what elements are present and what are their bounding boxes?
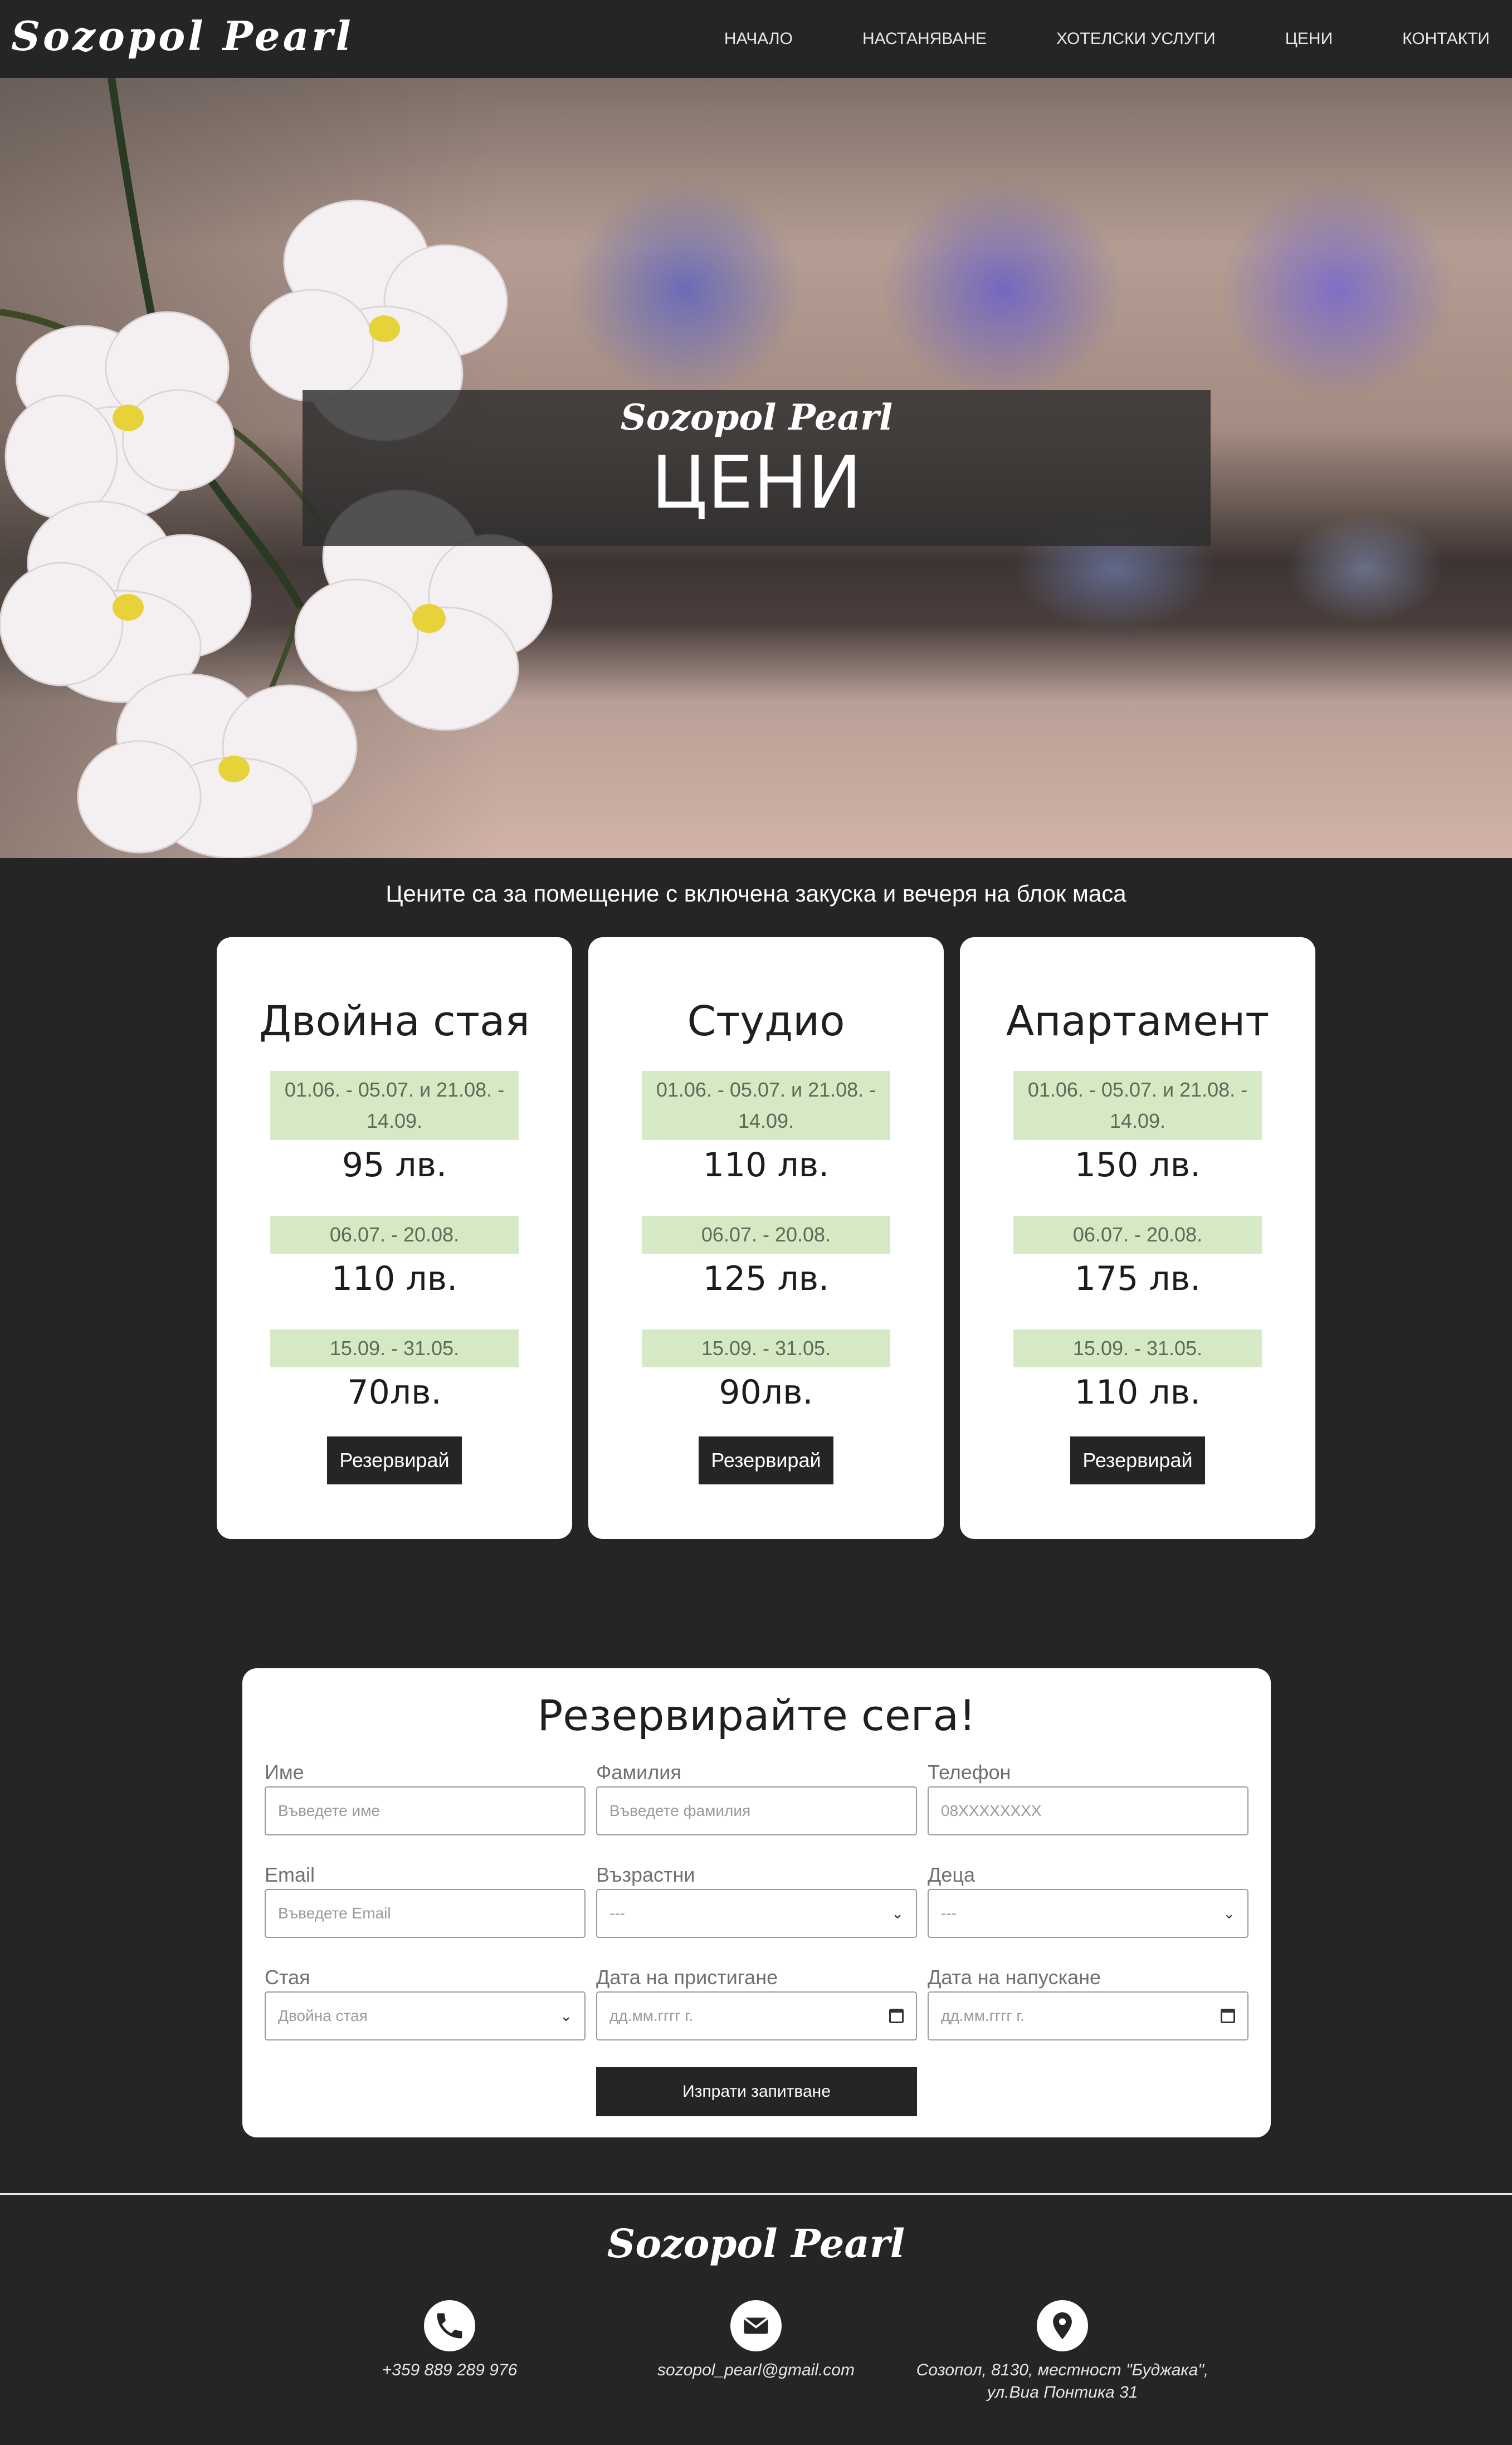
reservation-form: Резервирайте сега! Име Въведете име Фами… [242, 1668, 1271, 2137]
prices-note: Цените са за помещение с включена закуск… [386, 880, 1126, 907]
arrival-date-input[interactable]: дд.мм.гггг г. [596, 1991, 917, 2040]
arrival-date-label: Дата на пристигане [596, 1966, 778, 1989]
chevron-down-icon: ⌄ [560, 2007, 572, 2024]
calendar-icon[interactable] [889, 2009, 904, 2023]
location-pin-icon [1037, 2300, 1088, 2351]
price-card-double-room: Двойна стая 01.06. - 05.07. и 21.08. - 1… [217, 937, 572, 1539]
first-name-label: Име [265, 1761, 304, 1784]
children-field: Деца --- ⌄ [928, 1862, 1248, 1938]
phone-number[interactable]: +359 889 289 976 [282, 2359, 617, 2381]
footer-address: Созопол, 8130, местност "Буджака", ул.Ви… [895, 2300, 1230, 2404]
address-line-2: ул.Виа Понтика 31 [987, 2383, 1138, 2402]
rate-period: 01.06. - 05.07. и 21.08. - 14.09. [642, 1071, 890, 1140]
hero-brand: Sozopol Pearl [620, 397, 893, 439]
nav-item-contacts[interactable]: КОНТАКТИ [1402, 30, 1490, 48]
price-card-apartment: Апартамент 01.06. - 05.07. и 21.08. - 14… [960, 937, 1315, 1539]
adults-label: Възрастни [596, 1863, 695, 1886]
last-name-label: Фамилия [596, 1761, 681, 1784]
children-label: Деца [928, 1863, 976, 1886]
room-field: Стая Двойна стая ⌄ [265, 1965, 586, 2040]
footer-divider [0, 2193, 1512, 2195]
rate-price: 110 лв. [331, 1259, 458, 1298]
rate-period: 15.09. - 31.05. [642, 1329, 890, 1367]
chevron-down-icon: ⌄ [891, 1905, 904, 1922]
card-title: Апартамент [1006, 997, 1270, 1045]
last-name-input[interactable]: Въведете фамилия [596, 1786, 917, 1835]
children-select[interactable]: --- ⌄ [928, 1889, 1248, 1938]
email-field: Email Въведете Email [265, 1862, 586, 1938]
rate-period: 06.07. - 20.08. [270, 1216, 519, 1254]
reserve-button[interactable]: Резервирай [1070, 1436, 1205, 1484]
arrival-date-field: Дата на пристигане дд.мм.гггг г. [596, 1965, 917, 2040]
footer-brand: Sozopol Pearl [607, 2220, 905, 2267]
main-nav: НАЧАЛО НАСТАНЯВАНЕ ХОТЕЛСКИ УСЛУГИ ЦЕНИ … [655, 0, 1490, 78]
envelope-icon [730, 2300, 782, 2351]
rate-price: 175 лв. [1074, 1259, 1201, 1298]
rate-period: 06.07. - 20.08. [1013, 1216, 1262, 1254]
rate-price: 90лв. [719, 1373, 813, 1412]
hero-banner: Sozopol Pearl ЦЕНИ [303, 390, 1211, 546]
submit-inquiry-button[interactable]: Изпрати запитване [596, 2067, 917, 2116]
departure-date-input[interactable]: дд.мм.гггг г. [928, 1991, 1248, 2040]
address-line-1: Созопол, 8130, местност "Буджака", [916, 2361, 1209, 2379]
calendar-icon[interactable] [1221, 2009, 1235, 2023]
nav-item-accommodation[interactable]: НАСТАНЯВАНЕ [862, 30, 987, 48]
page-title: ЦЕНИ [651, 440, 862, 525]
hero-section: Sozopol Pearl ЦЕНИ [0, 78, 1512, 858]
brand-logo[interactable]: Sozopol Pearl [11, 12, 354, 60]
card-title: Студио [687, 997, 845, 1045]
rate-price: 70лв. [347, 1373, 442, 1412]
phone-icon [424, 2300, 475, 2351]
form-title: Резервирайте сега! [537, 1691, 976, 1740]
rate-period: 15.09. - 31.05. [270, 1329, 519, 1367]
rate-period: 15.09. - 31.05. [1013, 1329, 1262, 1367]
nav-item-prices[interactable]: ЦЕНИ [1285, 30, 1333, 48]
reserve-button[interactable]: Резервирай [327, 1436, 462, 1484]
phone-field: Телефон 08XXXXXXXX [928, 1760, 1248, 1835]
adults-field: Възрастни --- ⌄ [596, 1862, 917, 1938]
rate-period: 01.06. - 05.07. и 21.08. - 14.09. [270, 1071, 519, 1140]
phone-label: Телефон [928, 1761, 1011, 1784]
rate-price: 110 лв. [1074, 1373, 1201, 1412]
footer-phone: +359 889 289 976 [282, 2300, 617, 2381]
nav-item-hotel-services[interactable]: ХОТЕЛСКИ УСЛУГИ [1056, 30, 1216, 48]
email-input[interactable]: Въведете Email [265, 1889, 586, 1938]
card-title: Двойна стая [259, 997, 530, 1045]
first-name-input[interactable]: Въведете име [265, 1786, 586, 1835]
departure-date-label: Дата на напускане [928, 1966, 1101, 1989]
footer-email: sozopol_pearl@gmail.com [589, 2300, 923, 2381]
first-name-field: Име Въведете име [265, 1760, 586, 1835]
navbar: Sozopol Pearl НАЧАЛО НАСТАНЯВАНЕ ХОТЕЛСК… [0, 0, 1512, 78]
adults-select[interactable]: --- ⌄ [596, 1889, 917, 1938]
email-label: Email [265, 1863, 315, 1886]
price-card-studio: Студио 01.06. - 05.07. и 21.08. - 14.09.… [588, 937, 944, 1539]
email-address[interactable]: sozopol_pearl@gmail.com [589, 2359, 923, 2381]
rate-price: 150 лв. [1074, 1146, 1201, 1185]
rate-price: 125 лв. [703, 1259, 830, 1298]
rate-price: 110 лв. [703, 1146, 830, 1185]
room-select[interactable]: Двойна стая ⌄ [265, 1991, 586, 2040]
chevron-down-icon: ⌄ [1223, 1905, 1235, 1922]
last-name-field: Фамилия Въведете фамилия [596, 1760, 917, 1835]
rate-period: 06.07. - 20.08. [642, 1216, 890, 1254]
nav-item-home[interactable]: НАЧАЛО [724, 30, 793, 48]
phone-input[interactable]: 08XXXXXXXX [928, 1786, 1248, 1835]
rate-period: 01.06. - 05.07. и 21.08. - 14.09. [1013, 1071, 1262, 1140]
rate-price: 95 лв. [342, 1146, 447, 1185]
reserve-button[interactable]: Резервирай [699, 1436, 833, 1484]
departure-date-field: Дата на напускане дд.мм.гггг г. [928, 1965, 1248, 2040]
room-label: Стая [265, 1966, 310, 1989]
